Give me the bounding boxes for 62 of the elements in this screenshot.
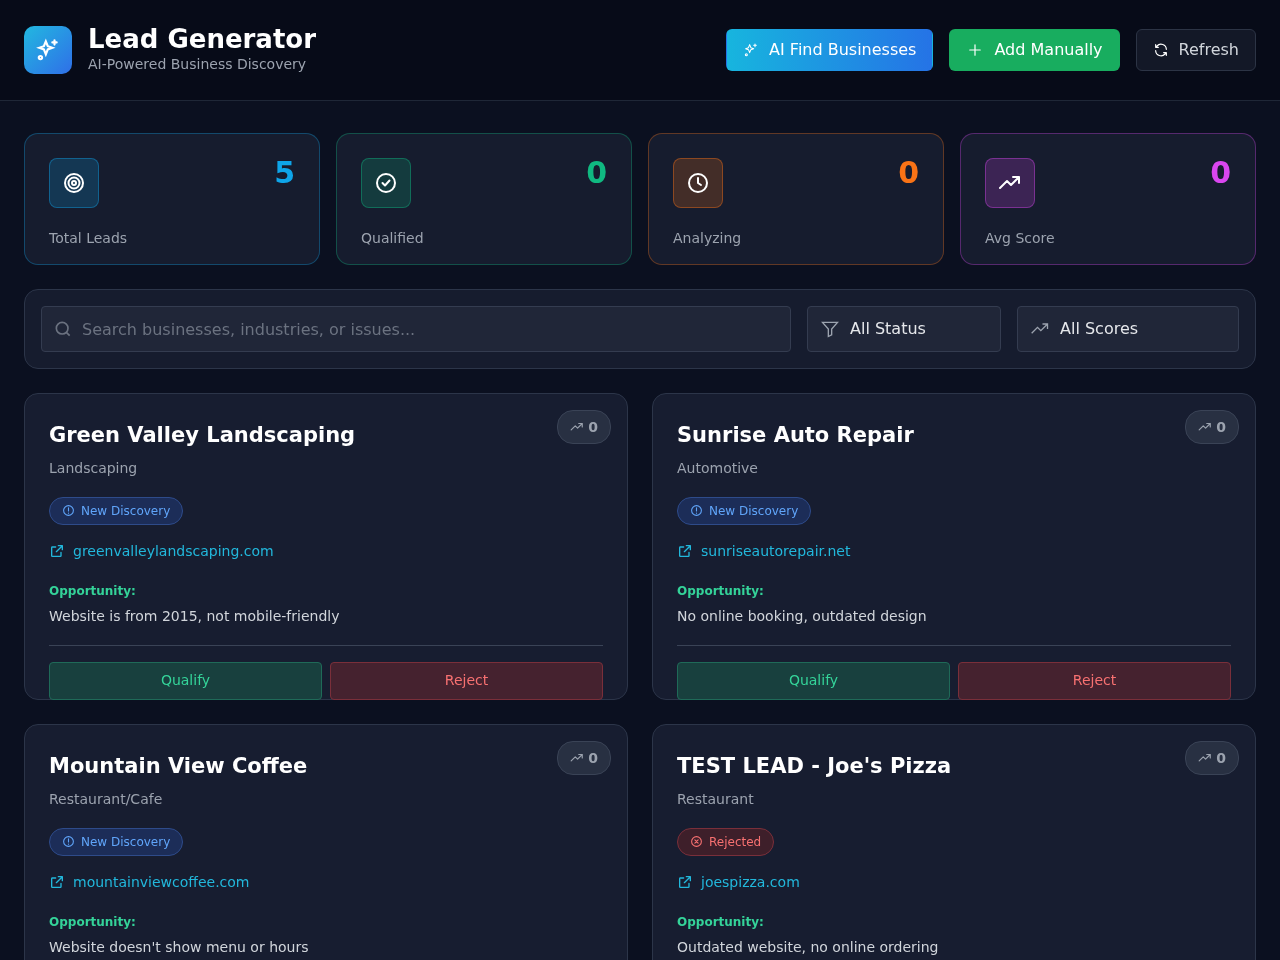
- opportunity-label: Opportunity:: [677, 582, 765, 600]
- alert-icon: [690, 504, 703, 517]
- external-link-icon: [677, 874, 693, 890]
- lead-name: Green Valley Landscaping: [49, 422, 356, 449]
- score-filter[interactable]: All Scores: [1017, 306, 1239, 352]
- stat-label: Total Leads: [49, 229, 129, 248]
- lead-name: Mountain View Coffee: [49, 753, 308, 780]
- stat-value: 5: [274, 158, 295, 192]
- website-link[interactable]: greenvalleylandscaping.com: [73, 540, 274, 562]
- sparkle-logo-icon: [24, 26, 72, 74]
- opportunity-text: No online booking, outdated design: [677, 606, 928, 626]
- stat-value: 0: [1210, 158, 1231, 192]
- qualify-button[interactable]: Qualify: [677, 661, 950, 700]
- refresh-button[interactable]: Refresh: [1135, 29, 1256, 71]
- alert-icon: [62, 504, 75, 517]
- stat-label: Avg Score: [985, 229, 1056, 248]
- alert-icon: [62, 835, 75, 848]
- target-icon: [49, 158, 99, 208]
- filter-icon: [820, 319, 840, 339]
- status-badge: New Discovery: [49, 827, 184, 856]
- qualify-button[interactable]: Qualify: [49, 661, 322, 700]
- score-badge: 0: [1185, 741, 1239, 775]
- lead-industry: Restaurant/Cafe: [49, 789, 164, 809]
- sparkle-icon: [743, 42, 760, 58]
- app-title: Lead Generator: [88, 25, 316, 54]
- score-badge: 0: [557, 410, 611, 444]
- trend-up-icon: [985, 158, 1035, 208]
- stat-value: 0: [898, 158, 919, 192]
- website-link[interactable]: mountainviewcoffee.com: [73, 871, 250, 893]
- search-icon: [53, 319, 73, 339]
- lead-industry: Landscaping: [49, 458, 139, 478]
- stat-value: 0: [586, 158, 607, 192]
- lead-name: TEST LEAD - Joe's Pizza: [677, 753, 952, 780]
- website-link[interactable]: sunriseautorepair.net: [701, 540, 851, 562]
- reject-button[interactable]: Reject: [330, 661, 603, 700]
- app-subtitle: AI-Powered Business Discovery: [88, 54, 308, 74]
- opportunity-label: Opportunity:: [49, 913, 137, 931]
- stat-label: Qualified: [361, 229, 425, 248]
- refresh-icon: [1152, 42, 1169, 58]
- opportunity-text: Website doesn't show menu or hours: [49, 937, 310, 957]
- status-filter[interactable]: All Status: [807, 306, 1001, 352]
- score-badge: 0: [557, 741, 611, 775]
- opportunity-label: Opportunity:: [677, 913, 765, 931]
- x-circle-icon: [690, 835, 703, 848]
- website-link[interactable]: joespizza.com: [701, 871, 800, 893]
- status-badge: Rejected: [677, 827, 775, 856]
- stat-label: Analyzing: [673, 229, 743, 248]
- external-link-icon: [677, 543, 693, 559]
- external-link-icon: [49, 874, 65, 890]
- lead-industry: Restaurant: [677, 789, 755, 809]
- status-badge: New Discovery: [49, 496, 184, 525]
- lead-name: Sunrise Auto Repair: [677, 422, 914, 449]
- clock-icon: [673, 158, 723, 208]
- opportunity-text: Outdated website, no online ordering: [677, 937, 940, 957]
- opportunity-text: Website is from 2015, not mobile-friendly: [49, 606, 341, 626]
- search-field[interactable]: Search businesses, industries, or issues...: [41, 306, 791, 352]
- lead-industry: Automotive: [677, 458, 759, 478]
- opportunity-label: Opportunity:: [49, 582, 137, 600]
- external-link-icon: [49, 543, 65, 559]
- score-badge: 0: [1185, 410, 1239, 444]
- reject-button[interactable]: Reject: [958, 661, 1231, 700]
- status-badge: New Discovery: [677, 496, 812, 525]
